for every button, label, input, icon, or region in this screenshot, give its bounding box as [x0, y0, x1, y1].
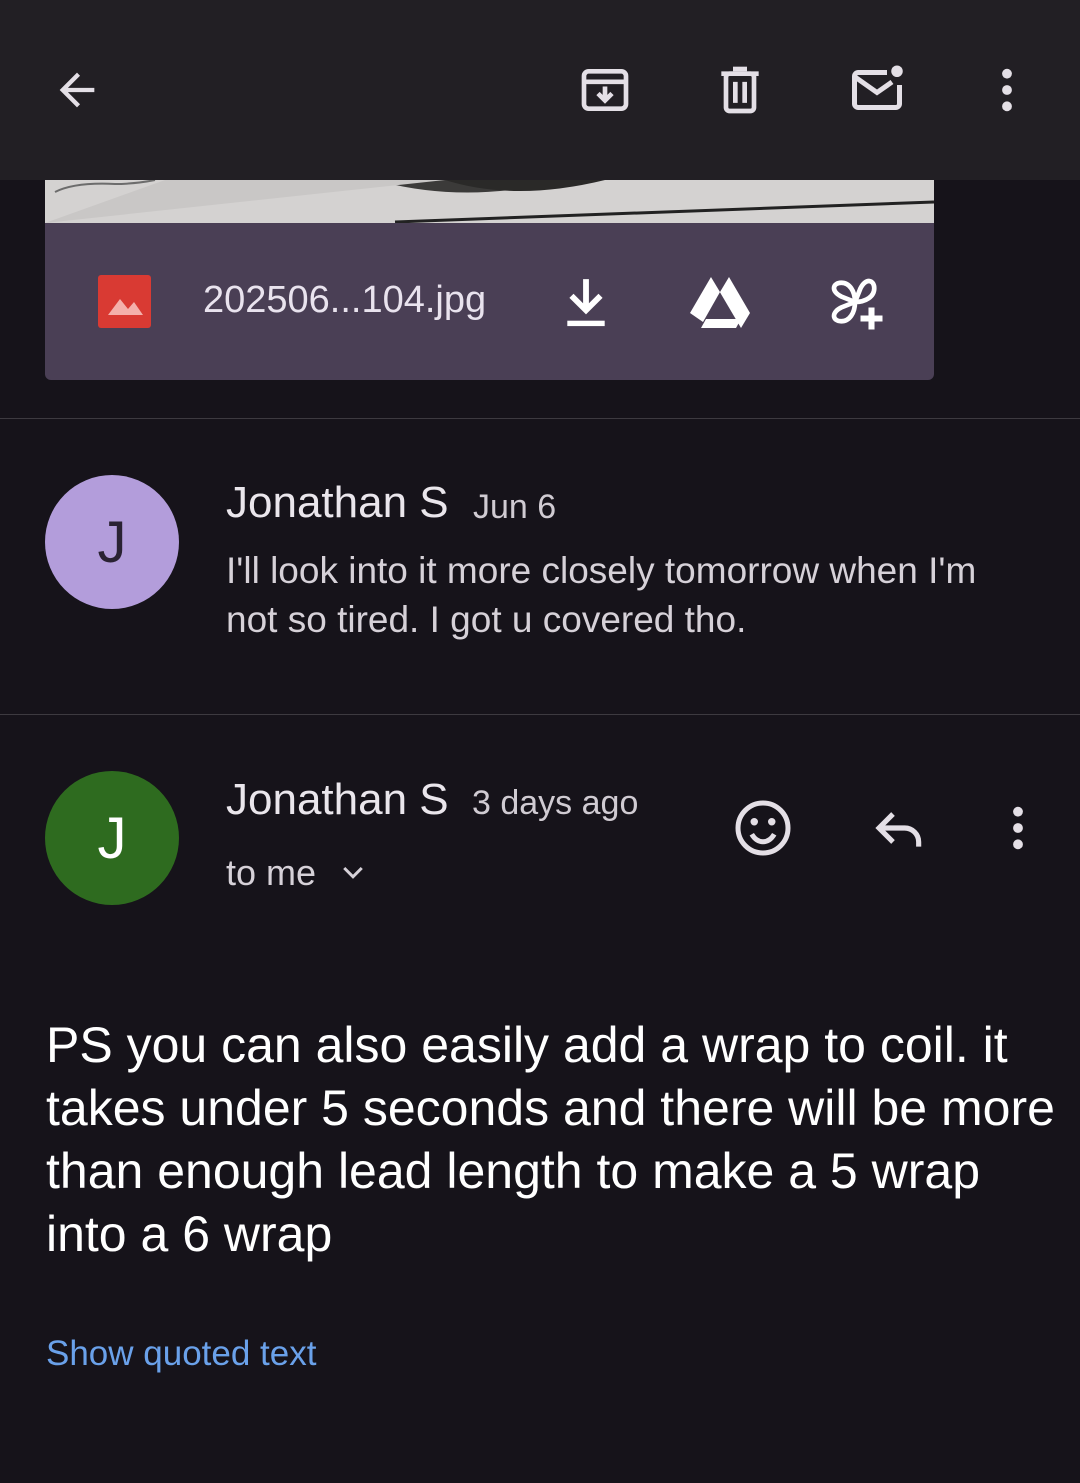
message-body: PS you can also easily add a wrap to coi… — [46, 1017, 1055, 1262]
avatar[interactable]: J — [45, 771, 179, 905]
archive-button[interactable] — [570, 55, 640, 125]
reply-button[interactable] — [865, 793, 935, 863]
drive-icon — [690, 277, 750, 328]
avatar-letter: J — [97, 509, 127, 575]
top-app-bar — [0, 0, 1080, 180]
attachment-file-name[interactable]: 202506...104.jpg — [203, 279, 486, 322]
sender-name: Jonathan S — [226, 478, 449, 527]
more-vert-icon — [1013, 806, 1023, 850]
download-button[interactable] — [551, 267, 621, 337]
reply-icon — [875, 812, 922, 847]
emoji-icon — [735, 800, 791, 856]
save-to-drive-button[interactable] — [685, 267, 755, 337]
attachment-preview-image[interactable] — [45, 180, 934, 223]
message-more-button[interactable] — [983, 793, 1053, 863]
add-to-photos-button[interactable] — [820, 267, 890, 337]
back-button[interactable] — [40, 55, 114, 125]
arrow-left-icon — [59, 72, 95, 108]
attachment-bar: 202506...104.jpg — [45, 223, 934, 380]
image-icon — [98, 275, 151, 328]
message-date: Jun 6 — [473, 488, 557, 526]
delete-button[interactable] — [705, 55, 775, 125]
message-snippet: I'll look into it more closely tomorrow … — [226, 550, 977, 640]
mark-unread-button[interactable] — [842, 55, 912, 125]
download-icon — [567, 279, 605, 327]
archive-icon — [581, 69, 629, 111]
more-options-button[interactable] — [972, 55, 1042, 125]
recipient-details-toggle[interactable]: to me — [226, 852, 368, 894]
message-divider — [0, 418, 1080, 419]
more-vert-icon — [1002, 68, 1012, 112]
trash-icon — [721, 66, 759, 114]
mail-unread-icon — [852, 65, 903, 110]
message-divider — [0, 714, 1080, 715]
sender-name: Jonathan S — [226, 775, 449, 824]
add-reaction-button[interactable] — [728, 793, 798, 863]
chevron-down-icon — [343, 866, 363, 879]
show-quoted-text-link[interactable]: Show quoted text — [46, 1334, 316, 1374]
recipient-label: to me — [226, 852, 317, 893]
avatar-letter: J — [97, 805, 127, 871]
avatar[interactable]: J — [45, 475, 179, 609]
message-date: 3 days ago — [472, 784, 639, 822]
add-to-photos-icon — [831, 278, 883, 330]
attachment-card[interactable]: 202506...104.jpg — [45, 180, 934, 380]
